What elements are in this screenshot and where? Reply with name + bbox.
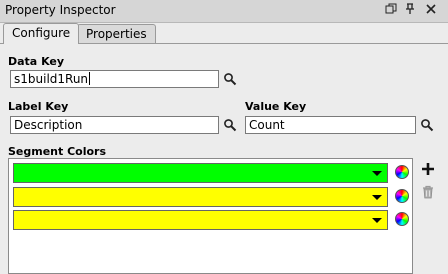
- color-wheel-icon[interactable]: [395, 189, 409, 203]
- data-key-input[interactable]: s1build1Run: [10, 70, 219, 88]
- chevron-down-icon: [372, 171, 382, 176]
- close-icon[interactable]: [424, 3, 438, 17]
- tab-bar: Configure Properties: [0, 22, 448, 44]
- restore-icon[interactable]: [384, 3, 398, 17]
- search-icon[interactable]: [420, 118, 434, 132]
- color-wheel-icon[interactable]: [395, 165, 409, 179]
- segment-colors-label: Segment Colors: [8, 145, 107, 158]
- pin-icon[interactable]: [403, 3, 417, 17]
- chevron-down-icon: [372, 218, 382, 223]
- label-key-value: Description: [14, 118, 83, 132]
- tab-configure[interactable]: Configure: [3, 23, 80, 44]
- tab-properties[interactable]: Properties: [77, 24, 156, 44]
- search-icon[interactable]: [223, 118, 237, 132]
- segment-color-dropdown[interactable]: [13, 163, 388, 183]
- segment-color-dropdown[interactable]: [13, 210, 388, 230]
- text-caret: [89, 72, 91, 85]
- label-key-input[interactable]: Description: [10, 116, 219, 134]
- title-bar: Property Inspector: [0, 0, 448, 23]
- color-wheel-icon[interactable]: [395, 212, 409, 226]
- label-key-label: Label Key: [8, 100, 69, 113]
- trash-icon[interactable]: [421, 185, 435, 199]
- plus-icon[interactable]: [421, 162, 435, 176]
- value-key-value: Count: [249, 118, 285, 132]
- segment-color-dropdown[interactable]: [13, 187, 388, 207]
- window-title: Property Inspector: [5, 3, 116, 17]
- chevron-down-icon: [372, 195, 382, 200]
- search-icon[interactable]: [223, 72, 237, 86]
- value-key-input[interactable]: Count: [245, 116, 416, 134]
- data-key-value: s1build1Run: [14, 72, 89, 86]
- data-key-label: Data Key: [8, 55, 65, 68]
- segment-colors-list: [8, 158, 413, 274]
- value-key-label: Value Key: [245, 100, 307, 113]
